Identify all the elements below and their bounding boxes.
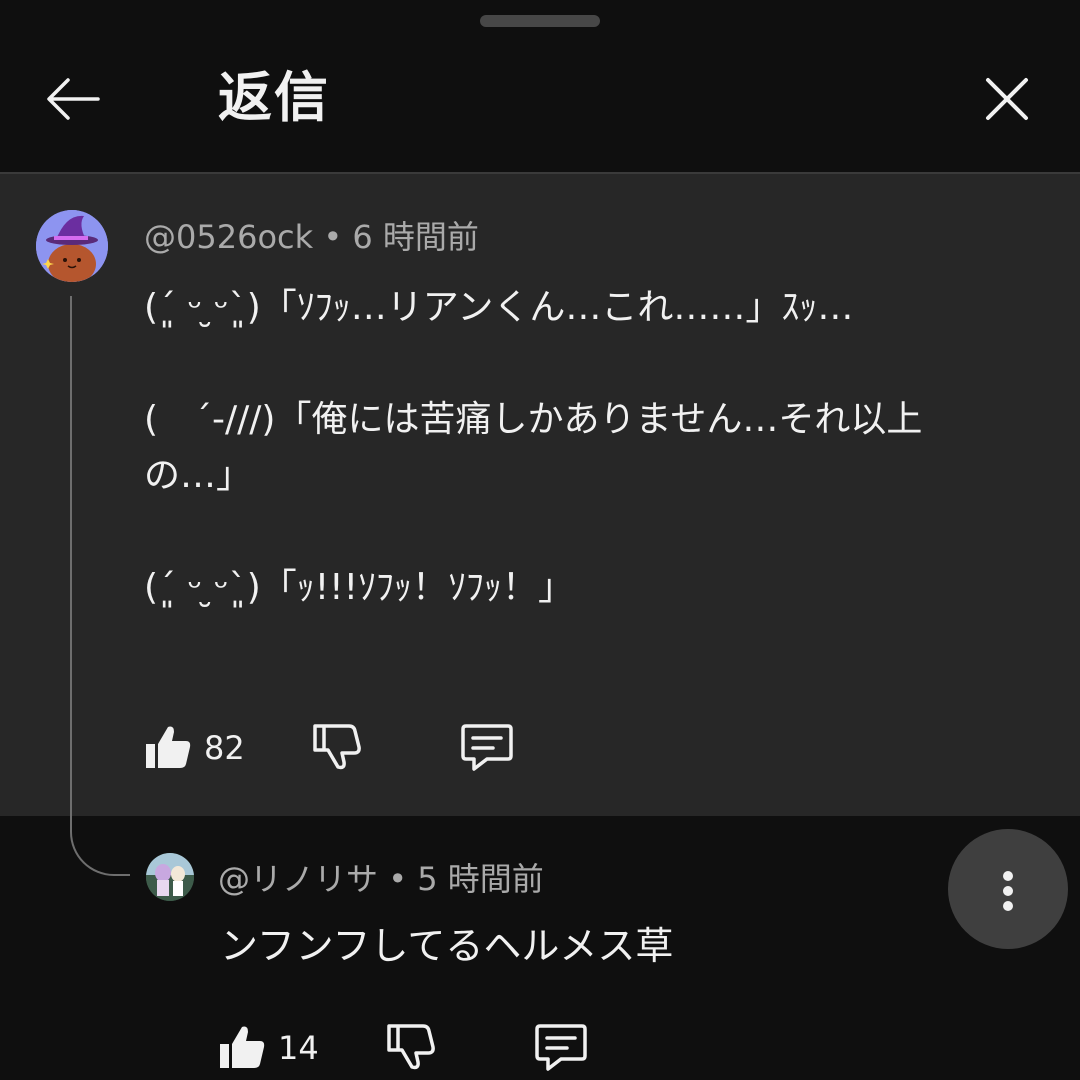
header-bar: 返信 [0, 0, 1080, 174]
page-title: 返信 [218, 66, 330, 129]
reply-reply-button[interactable] [534, 1022, 588, 1076]
reply-dislike-button[interactable] [386, 1022, 436, 1074]
more-options-button[interactable] [948, 829, 1068, 949]
back-button[interactable] [40, 66, 106, 132]
comment-icon [535, 1024, 587, 1071]
comment-time: 6 時間前 [352, 218, 479, 256]
reply-author[interactable]: @リノリサ [218, 860, 378, 898]
arrow-left-icon [47, 78, 100, 120]
comment-body: (´͈ ᵕ ̮ᵕ`͈)「ｿﾌｯ…リアンくん…これ……」ｽｯ… ( ´-///)「… [144, 287, 923, 608]
comment-meta: @0526ock • 6 時間前 [144, 215, 479, 259]
comment-icon [461, 724, 513, 771]
thumbs-down-icon [387, 1024, 435, 1070]
witch-avatar-icon [36, 210, 108, 282]
close-icon [986, 78, 1028, 120]
more-vert-icon [1003, 871, 1013, 881]
dislike-button[interactable] [312, 722, 362, 774]
reply-meta: @リノリサ • 5 時間前 [218, 857, 544, 901]
like-button[interactable] [144, 724, 192, 774]
reply-time: 5 時間前 [417, 860, 544, 898]
thumbs-up-icon [146, 726, 191, 768]
thread-connector [70, 296, 130, 876]
meta-separator: • [388, 860, 408, 898]
anime-avatar-icon [146, 853, 194, 901]
reply-body: ンフンフしてるヘルメス草 [220, 924, 674, 968]
meta-separator: • [323, 218, 343, 256]
more-vert-icon-dot [1003, 886, 1013, 896]
close-button[interactable] [974, 66, 1040, 132]
more-vert-icon-dot [1003, 901, 1013, 911]
comment-author[interactable]: @0526ock [144, 218, 313, 256]
avatar[interactable] [146, 853, 194, 901]
avatar[interactable] [36, 210, 108, 282]
like-count: 82 [204, 729, 245, 767]
thumbs-down-icon [313, 724, 361, 770]
drag-handle[interactable] [480, 15, 600, 27]
reply-like-button[interactable] [218, 1024, 266, 1074]
reply-button[interactable] [460, 722, 514, 776]
reply-like-count: 14 [278, 1029, 319, 1067]
thumbs-up-icon [220, 1026, 265, 1068]
